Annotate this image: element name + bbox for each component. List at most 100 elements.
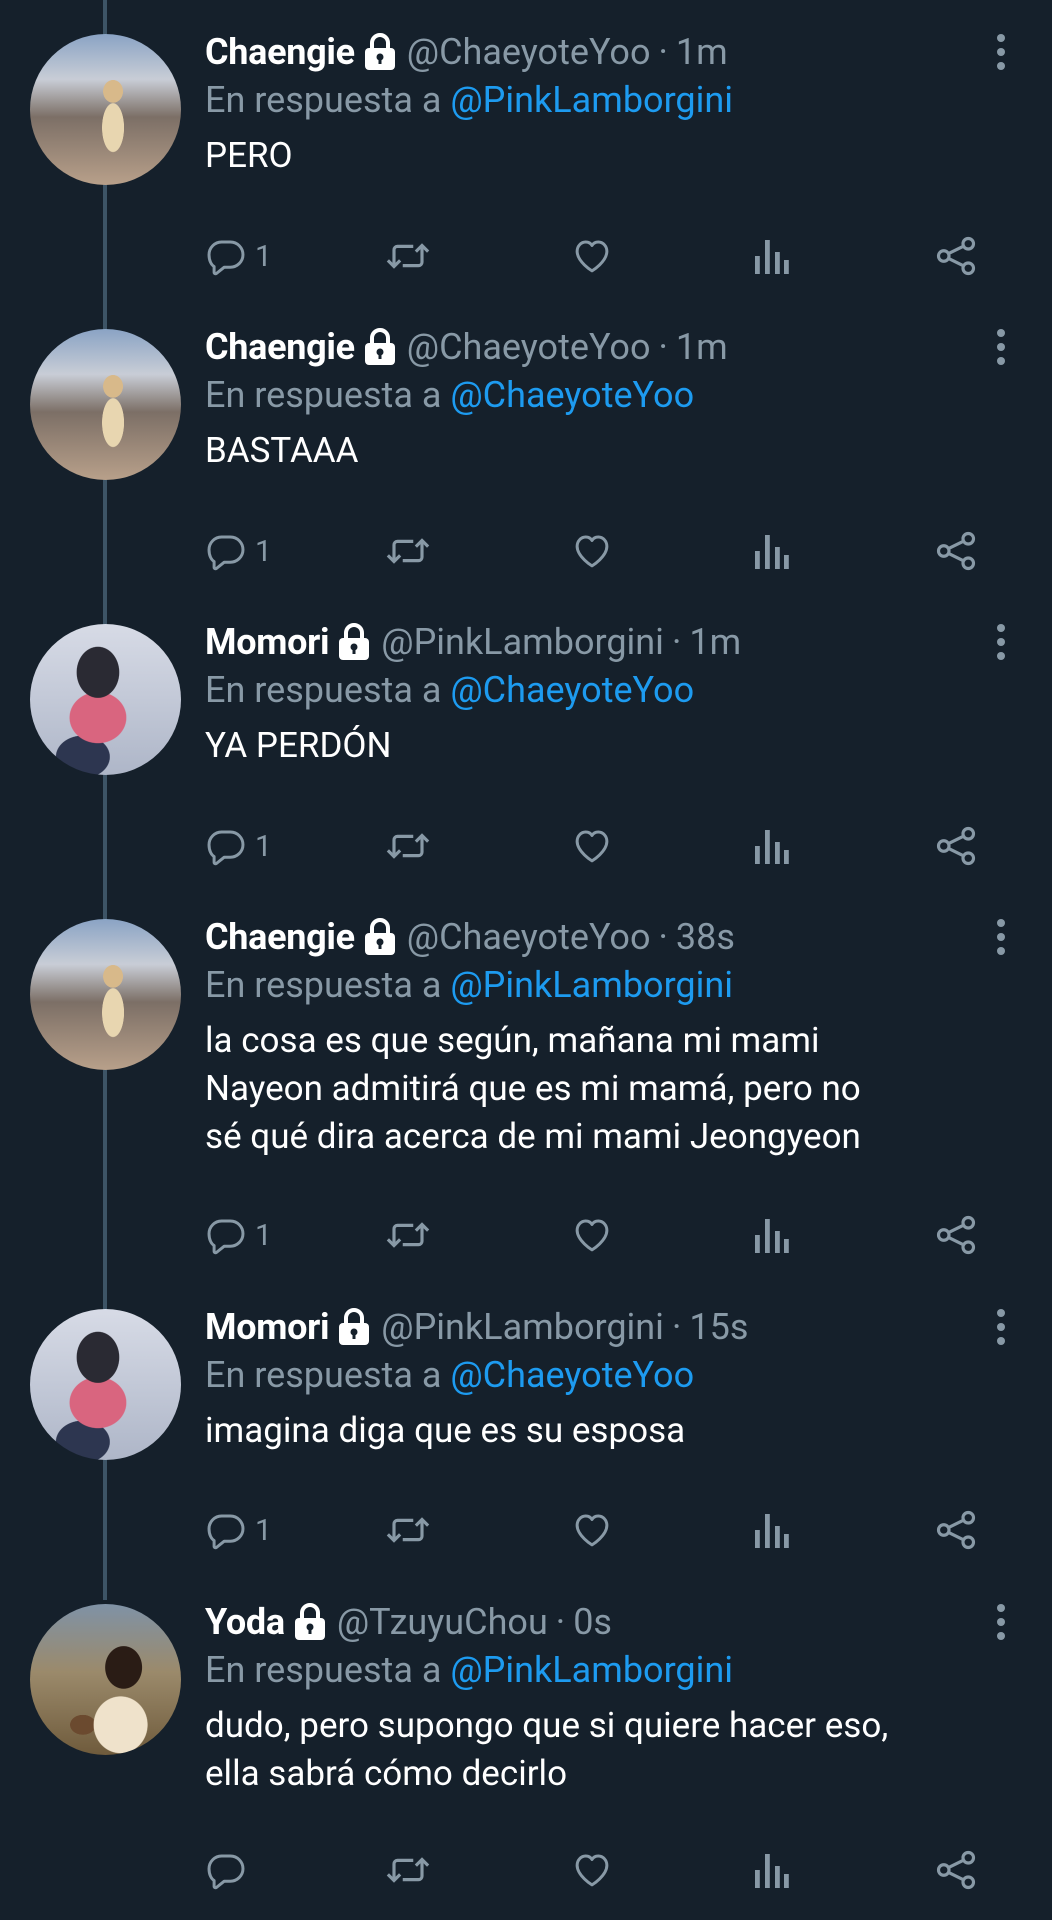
tweet-text-line: la cosa es que según, mañana mi mami — [205, 1020, 820, 1061]
tweet[interactable]: Yoda @TzuyuChou · 0s En respuesta a @PinkLam… — [0, 1598, 1052, 1890]
tweet-text: dudo, pero supongo que si quiere hacer e… — [205, 1702, 1022, 1798]
user-handle[interactable]: @ChaeyoteYoo — [407, 916, 651, 958]
reply-prefix: En respuesta a — [205, 669, 442, 711]
retweet-button[interactable] — [385, 1205, 431, 1265]
user-handle[interactable]: @PinkLamborgini — [381, 1306, 664, 1348]
display-name[interactable]: Chaengie — [205, 326, 355, 368]
avatar[interactable] — [30, 919, 181, 1070]
analytics-button[interactable] — [753, 521, 789, 581]
mention-link[interactable]: @PinkLamborgini — [450, 1649, 733, 1691]
reply-button[interactable]: 1 — [205, 521, 272, 581]
reply-button[interactable]: 1 — [205, 226, 272, 286]
display-name[interactable]: Chaengie — [205, 31, 355, 73]
share-button[interactable] — [935, 1840, 977, 1900]
reply-icon — [205, 530, 247, 572]
more-vertical-icon[interactable] — [996, 32, 1006, 72]
reply-button[interactable]: 1 — [205, 816, 272, 876]
reply-button[interactable]: 1 — [205, 1500, 272, 1560]
tweet[interactable]: Momori @PinkLamborgini · 15s En respuesta a … — [0, 1303, 1052, 1550]
reply-context: En respuesta a @PinkLamborgini — [205, 1646, 1022, 1694]
separator-dot: · — [658, 326, 668, 368]
reply-icon — [205, 825, 247, 867]
user-handle[interactable]: @ChaeyoteYoo — [407, 326, 651, 368]
more-vertical-icon[interactable] — [996, 1307, 1006, 1347]
share-button[interactable] — [935, 1205, 977, 1265]
timestamp[interactable]: 1m — [676, 31, 728, 73]
share-button[interactable] — [935, 1500, 977, 1560]
mention-link[interactable]: @ChaeyoteYoo — [450, 374, 694, 416]
heart-icon — [570, 1214, 614, 1256]
tweet[interactable]: Chaengie @ChaeyoteYoo · 38s En respuesta a @… — [0, 913, 1052, 1255]
tweet-actions — [205, 1840, 1005, 1900]
user-handle[interactable]: @TzuyuChou — [337, 1601, 548, 1643]
avatar[interactable] — [30, 329, 181, 480]
reply-button[interactable]: 1 — [205, 1205, 272, 1265]
share-button[interactable] — [935, 226, 977, 286]
tweet[interactable]: Chaengie @ChaeyoteYoo · 1m En respuesta a @C… — [0, 323, 1052, 571]
tweet-text-line: imagina diga que es su esposa — [205, 1410, 686, 1451]
analytics-button[interactable] — [753, 226, 789, 286]
timestamp[interactable]: 38s — [676, 916, 735, 958]
share-icon — [935, 1850, 977, 1890]
display-name[interactable]: Yoda — [205, 1601, 285, 1643]
retweet-button[interactable] — [385, 521, 431, 581]
mention-link[interactable]: @ChaeyoteYoo — [450, 669, 694, 711]
tweet-text: BASTAAA — [205, 427, 1022, 475]
separator-dot: · — [658, 31, 668, 73]
retweet-button[interactable] — [385, 816, 431, 876]
more-vertical-icon[interactable] — [996, 917, 1006, 957]
like-button[interactable] — [570, 521, 614, 581]
mention-link[interactable]: @PinkLamborgini — [450, 964, 733, 1006]
retweet-button[interactable] — [385, 1840, 431, 1900]
lock-icon — [293, 1602, 327, 1642]
user-handle[interactable]: @ChaeyoteYoo — [407, 31, 651, 73]
tweet-header: Momori @PinkLamborgini · 1m — [205, 618, 1022, 666]
share-button[interactable] — [935, 521, 977, 581]
display-name[interactable]: Momori — [205, 621, 330, 663]
reply-prefix: En respuesta a — [205, 79, 442, 121]
lock-icon — [337, 622, 371, 662]
like-button[interactable] — [570, 226, 614, 286]
lock-icon — [363, 917, 397, 957]
timestamp[interactable]: 1m — [689, 621, 741, 663]
tweet-actions: 1 — [205, 226, 1005, 286]
heart-icon — [570, 1849, 614, 1891]
reply-prefix: En respuesta a — [205, 1649, 442, 1691]
mention-link[interactable]: @ChaeyoteYoo — [450, 1354, 694, 1396]
mention-link[interactable]: @PinkLamborgini — [450, 79, 733, 121]
avatar[interactable] — [30, 1604, 181, 1755]
reply-button[interactable] — [205, 1840, 255, 1900]
share-icon — [935, 1510, 977, 1550]
timestamp[interactable]: 1m — [676, 326, 728, 368]
user-handle[interactable]: @PinkLamborgini — [381, 621, 664, 663]
like-button[interactable] — [570, 1500, 614, 1560]
avatar[interactable] — [30, 1309, 181, 1460]
timestamp[interactable]: 15s — [689, 1306, 748, 1348]
tweet[interactable]: Chaengie @ChaeyoteYoo · 1m En respuesta a @P… — [0, 28, 1052, 276]
like-button[interactable] — [570, 1205, 614, 1265]
analytics-button[interactable] — [753, 1840, 789, 1900]
analytics-button[interactable] — [753, 1500, 789, 1560]
avatar[interactable] — [30, 624, 181, 775]
retweet-button[interactable] — [385, 1500, 431, 1560]
separator-dot: · — [671, 621, 682, 663]
like-button[interactable] — [570, 816, 614, 876]
tweet-header: Yoda @TzuyuChou · 0s — [205, 1598, 1022, 1646]
display-name[interactable]: Momori — [205, 1306, 330, 1348]
tweet-actions: 1 — [205, 1205, 1005, 1265]
like-button[interactable] — [570, 1840, 614, 1900]
tweet[interactable]: Momori @PinkLamborgini · 1m En respuesta a @… — [0, 618, 1052, 866]
analytics-button[interactable] — [753, 1205, 789, 1265]
more-vertical-icon[interactable] — [996, 1602, 1006, 1642]
share-button[interactable] — [935, 816, 977, 876]
timestamp[interactable]: 0s — [573, 1601, 612, 1643]
tweet-text-line: PERO — [205, 135, 293, 176]
analytics-button[interactable] — [753, 816, 789, 876]
more-vertical-icon[interactable] — [996, 622, 1006, 662]
retweet-button[interactable] — [385, 226, 431, 286]
more-vertical-icon[interactable] — [996, 327, 1006, 367]
display-name[interactable]: Chaengie — [205, 916, 355, 958]
avatar[interactable] — [30, 34, 181, 185]
reply-icon — [205, 1849, 247, 1891]
lock-icon — [337, 1307, 371, 1347]
